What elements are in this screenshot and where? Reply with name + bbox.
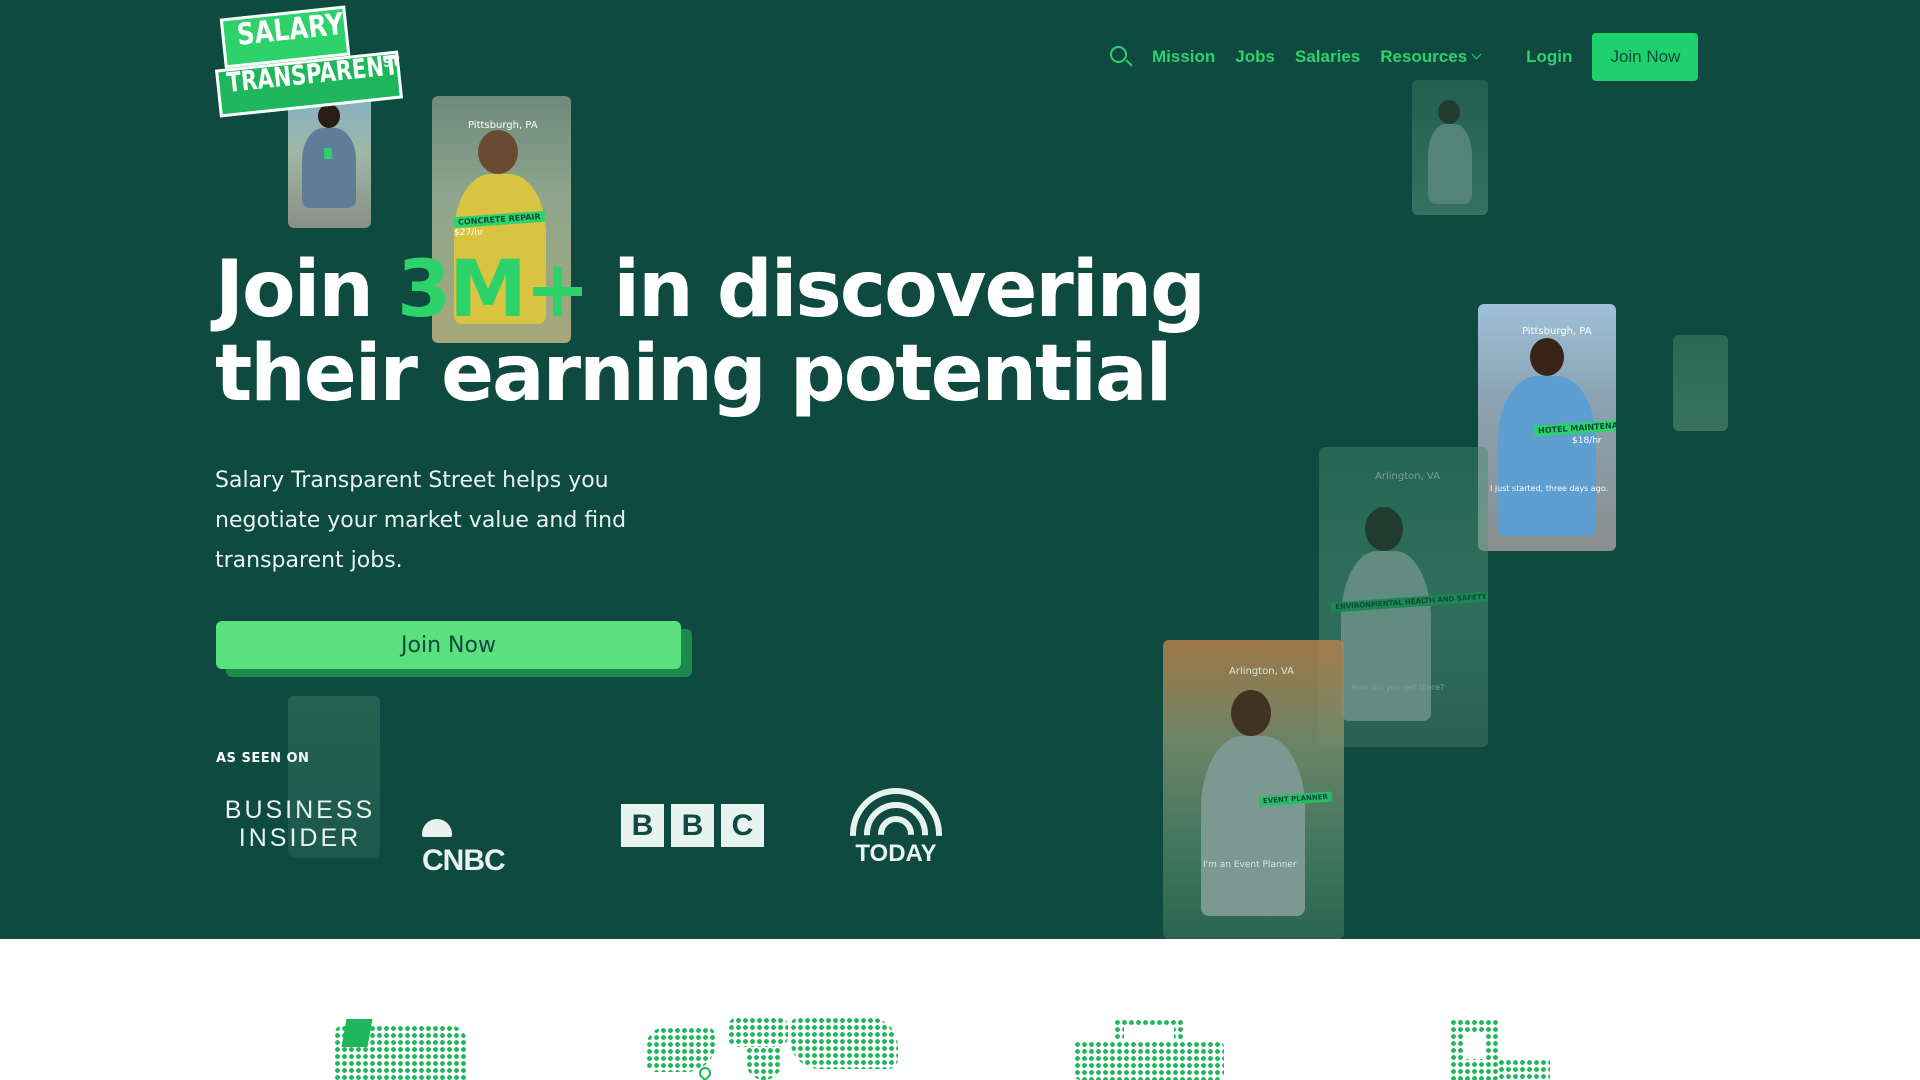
card-location-3: Arlington, VA	[1375, 471, 1440, 482]
nav-jobs[interactable]: Jobs	[1235, 47, 1275, 67]
today-text: TODAY	[855, 840, 937, 867]
hero-headline: Join 3M+ in discovering their earning po…	[215, 245, 1206, 419]
logo-text-st: ST	[382, 54, 401, 70]
bi-line2: INSIDER	[238, 824, 362, 852]
card-caption-4: I'm an Event Planner	[1203, 860, 1297, 870]
bbc-b2: B	[671, 804, 714, 847]
chevron-down-icon	[1471, 49, 1482, 60]
bbc-b1: B	[621, 804, 664, 847]
headline-accent: 3M+	[397, 245, 590, 335]
card-pay-2: $18/hr	[1572, 436, 1602, 446]
hero-section: ​ Pittsburgh, PA CONCRETE REPAIR $27/hr …	[0, 0, 1920, 939]
video-card-small-right[interactable]	[1673, 335, 1728, 431]
card-location-4: Arlington, VA	[1229, 666, 1294, 677]
today-logo[interactable]: TODAY	[848, 788, 944, 867]
building-icon	[1450, 1019, 1550, 1080]
nav-join-button[interactable]: Join Now	[1592, 33, 1699, 81]
headline-pre: Join	[215, 245, 398, 335]
video-card-arlington-planner[interactable]: Arlington, VA EVENT PLANNER I'm an Event…	[1163, 640, 1344, 939]
card-location: Pittsburgh, PA	[468, 120, 538, 131]
peacock-icon	[422, 819, 452, 837]
features-section	[0, 939, 1920, 1080]
login-link[interactable]: Login	[1526, 47, 1572, 67]
card-pay: $27/hr	[454, 228, 484, 238]
briefcase-icon	[1074, 1019, 1224, 1080]
nav-resources[interactable]: Resources	[1380, 47, 1482, 67]
world-map-icon	[646, 1017, 898, 1080]
cnbc-text: CNBC	[422, 844, 506, 877]
site-logo[interactable]: SALARY TRANSPARENT ST	[214, 5, 405, 118]
hero-subtext: Salary Transparent Street helps you nego…	[215, 468, 627, 573]
card-caption-3: How did you get there?	[1351, 683, 1445, 692]
bi-line1: BUSINESS	[224, 796, 376, 824]
card-caption-2: I just started, three days ago.	[1490, 484, 1609, 493]
hero-join-button[interactable]: Join Now	[216, 621, 681, 669]
headline-line2: their earning potential	[215, 329, 1172, 419]
bbc-logo[interactable]: B B C	[621, 804, 764, 847]
nav-salaries[interactable]: Salaries	[1295, 47, 1360, 67]
nav-resources-label: Resources	[1380, 47, 1468, 66]
hero-cta-wrapper: Join Now	[216, 621, 693, 679]
headline-post: in discovering	[588, 245, 1206, 335]
cnbc-logo[interactable]: CNBC	[422, 810, 506, 878]
as-seen-on-label: AS SEEN ON	[216, 751, 310, 766]
usa-map-icon	[334, 1019, 468, 1080]
top-nav: Mission Jobs Salaries Resources Login Jo…	[1108, 33, 1699, 81]
video-card-pittsburgh-hotel[interactable]: Pittsburgh, PA HOTEL MAINTENANCE $18/hr …	[1478, 304, 1616, 551]
nav-mission[interactable]: Mission	[1152, 47, 1215, 67]
bbc-c: C	[721, 804, 764, 847]
search-icon[interactable]	[1108, 44, 1134, 70]
card-location-2: Pittsburgh, PA	[1522, 326, 1592, 337]
business-insider-logo[interactable]: BUSINESS INSIDER	[220, 796, 380, 852]
video-card-woman-top-right[interactable]	[1412, 80, 1488, 215]
video-card-arlington-safety[interactable]: Arlington, VA ENVIRONMENTAL HEALTH AND S…	[1319, 447, 1488, 747]
